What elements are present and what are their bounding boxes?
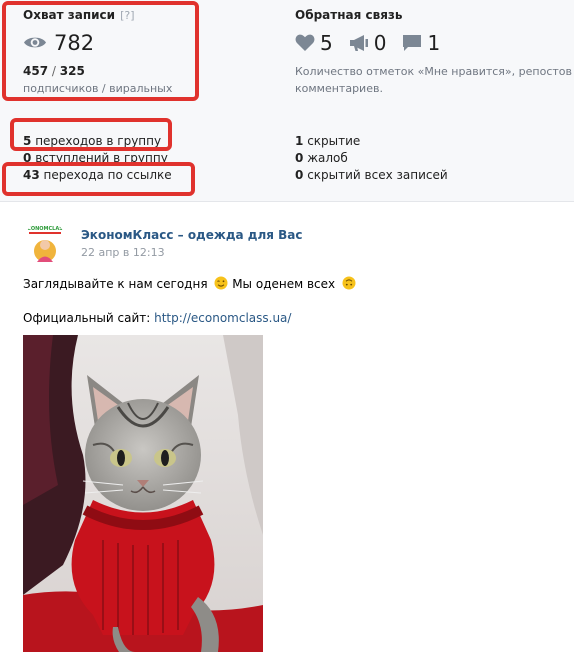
reports-stat: 0 жалоб <box>295 150 348 166</box>
views-count: 782 <box>54 31 95 55</box>
upside-down-face-emoji <box>342 276 356 290</box>
group-joins-label: вступлений в группу <box>35 151 168 165</box>
reach-title: Охват записи [?] <box>23 8 134 22</box>
subscribers-viral-ratio: 457 / 325 <box>23 64 85 78</box>
post-date-link[interactable]: 22 апр в 12:13 <box>81 246 165 259</box>
hides-count: 1 <box>295 134 304 148</box>
group-avatar[interactable]: eCONOMCLASS <box>23 221 67 265</box>
link-clicks-label: перехода по ссылке <box>43 168 172 182</box>
feedback-counters: 5 0 1 <box>295 32 456 54</box>
megaphone-icon <box>349 35 368 51</box>
feedback-caption-line2: комментариев. <box>295 82 383 95</box>
hide-all-stat: 0 скрытий всех записей <box>295 167 448 183</box>
reposts-counter[interactable]: 0 <box>349 31 387 55</box>
likes-count: 5 <box>320 31 333 55</box>
eye-icon <box>24 37 46 48</box>
reach-caption: подписчиков / виральных <box>23 82 173 95</box>
comments-count: 1 <box>427 31 441 55</box>
group-transitions-label: переходов в группу <box>35 134 162 148</box>
site-url-link[interactable]: http://economclass.ua/ <box>154 311 291 325</box>
reports-count: 0 <box>295 151 304 165</box>
group-transitions-stat: 5 переходов в группу <box>23 133 161 149</box>
post-photo[interactable] <box>23 335 263 652</box>
reach-help-link[interactable]: [?] <box>120 9 134 22</box>
feedback-title: Обратная связь <box>295 8 403 22</box>
group-transitions-count: 5 <box>23 134 32 148</box>
hides-label: скрытие <box>307 134 361 148</box>
subscribers-count: 457 <box>23 64 49 78</box>
group-joins-stat: 0 вступлений в группу <box>23 150 168 166</box>
hide-all-label: скрытий всех записей <box>307 168 448 182</box>
link-clicks-count: 43 <box>23 168 40 182</box>
cat-photo-image <box>23 335 263 652</box>
post-text-line2: Официальный сайт: http://economclass.ua/ <box>23 311 291 325</box>
link-clicks-stat: 43 перехода по ссылке <box>23 167 172 183</box>
hide-all-count: 0 <box>295 168 304 182</box>
brand-logo-text: eCONOMCLASS <box>24 226 67 232</box>
group-joins-count: 0 <box>23 151 32 165</box>
comments-counter[interactable]: 1 <box>402 32 440 54</box>
wink-emoji <box>214 276 228 290</box>
comment-icon <box>403 35 422 51</box>
ratio-separator: / <box>51 64 56 78</box>
feedback-caption-line1: Количество отметок «Мне нравится», репос… <box>295 65 574 78</box>
reach-title-text: Охват записи <box>23 8 116 22</box>
group-name-link[interactable]: ЭкономКласс – одежда для Вас <box>81 228 303 242</box>
reports-label: жалоб <box>307 151 348 165</box>
site-label: Официальный сайт: <box>23 311 151 325</box>
reposts-count: 0 <box>373 31 387 55</box>
viral-count: 325 <box>59 64 85 78</box>
brand-logo: eCONOMCLASS <box>23 221 67 265</box>
post-text-part1: Заглядывайте к нам сегодня <box>23 277 208 291</box>
post-text-line1: Заглядывайте к нам сегодня Мы оденем все… <box>23 276 356 291</box>
post-text-part2: Мы оденем всех <box>232 277 336 291</box>
heart-icon <box>295 34 315 51</box>
likes-counter[interactable]: 5 <box>295 32 333 54</box>
hides-stat: 1 скрытие <box>295 133 360 149</box>
